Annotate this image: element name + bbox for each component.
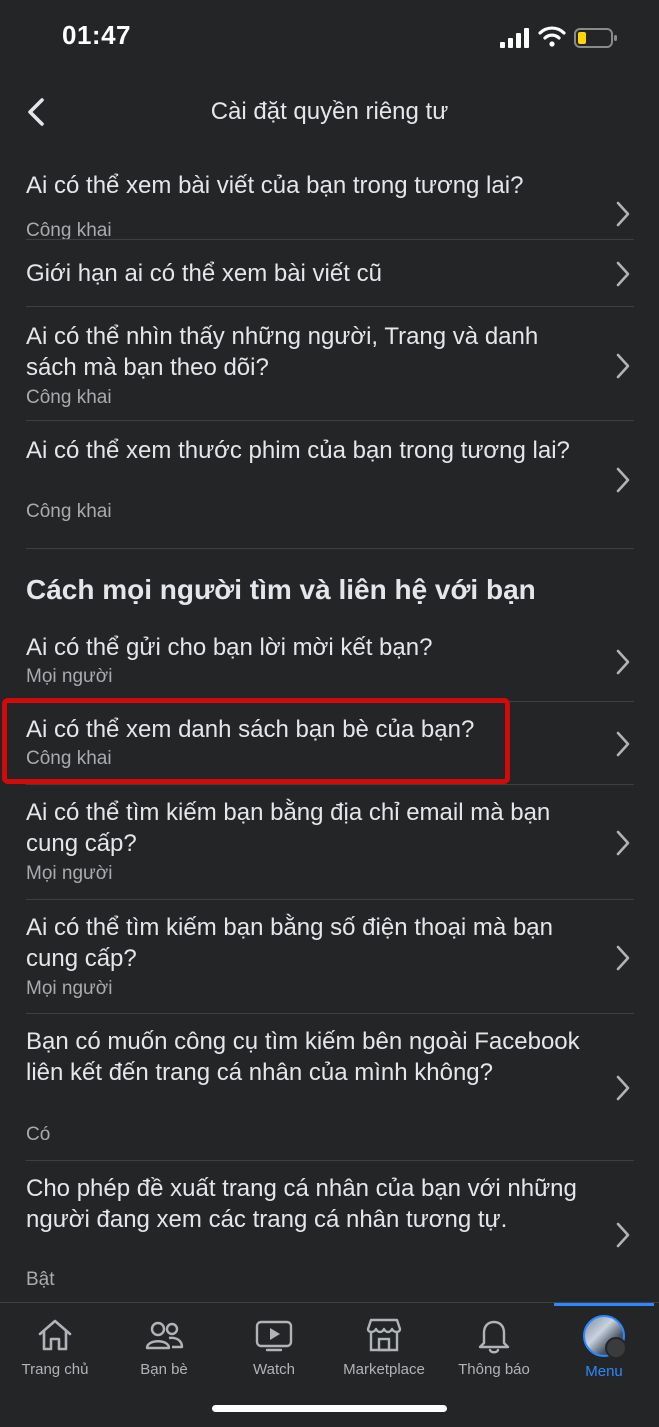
setting-title: Ai có thể tìm kiếm bạn bằng địa chỉ emai…	[26, 799, 551, 857]
setting-title: Ai có thể tìm kiếm bạn bằng số điện thoạ…	[26, 914, 553, 972]
tab-label: Marketplace	[343, 1361, 425, 1378]
chevron-right-icon	[616, 830, 630, 856]
chevron-right-icon	[616, 261, 630, 287]
setting-value: Có	[26, 1124, 51, 1145]
marketplace-icon	[366, 1318, 402, 1352]
battery-icon	[574, 28, 617, 48]
setting-row[interactable]: Ai có thể tìm kiếm bạn bằng địa chỉ emai…	[0, 785, 659, 899]
setting-row[interactable]: Ai có thể nhìn thấy những người, Trang v…	[0, 307, 659, 420]
avatar	[583, 1315, 627, 1359]
setting-value: Mọi người	[26, 863, 113, 884]
setting-title: Ai có thể xem thước phim của bạn trong t…	[26, 437, 570, 464]
menu-badge-icon	[605, 1337, 627, 1359]
status-time: 01:47	[62, 20, 131, 50]
chevron-right-icon	[616, 353, 630, 379]
setting-row[interactable]: Ai có thể tìm kiếm bạn bằng số điện thoạ…	[0, 900, 659, 1014]
section-divider	[26, 548, 634, 549]
setting-title: Ai có thể xem danh sách bạn bè của bạn?	[26, 716, 475, 743]
home-icon	[38, 1319, 72, 1351]
chevron-right-icon	[616, 1222, 630, 1248]
tab-home[interactable]: Trang chủ	[0, 1315, 110, 1393]
setting-value: Mọi người	[26, 666, 113, 687]
chevron-right-icon	[616, 731, 630, 757]
setting-title: Ai có thể xem bài viết của bạn trong tươ…	[26, 172, 524, 199]
setting-row[interactable]: Cho phép đề xuất trang cá nhân của bạn v…	[0, 1161, 659, 1301]
setting-title: Bạn có muốn công cụ tìm kiếm bên ngoài F…	[26, 1028, 580, 1086]
chevron-right-icon	[616, 649, 630, 675]
tab-menu[interactable]: Menu	[549, 1315, 659, 1393]
tab-notifications[interactable]: Thông báo	[439, 1315, 549, 1393]
chevron-right-icon	[616, 201, 630, 227]
chevron-right-icon	[616, 945, 630, 971]
wifi-icon	[538, 26, 566, 47]
setting-title: Giới hạn ai có thể xem bài viết cũ	[26, 260, 382, 287]
setting-value: Mọi người	[26, 978, 113, 999]
setting-title: Ai có thể gửi cho bạn lời mời kết bạn?	[26, 634, 433, 661]
setting-row[interactable]: Giới hạn ai có thể xem bài viết cũ	[0, 240, 659, 306]
page-title: Cài đặt quyền riêng tư	[210, 98, 449, 125]
chevron-right-icon	[616, 467, 630, 493]
chevron-right-icon	[616, 1075, 630, 1101]
setting-value: Bật	[26, 1269, 55, 1290]
setting-value: Công khai	[26, 748, 112, 769]
bell-icon	[478, 1320, 510, 1354]
tab-marketplace[interactable]: Marketplace	[329, 1315, 439, 1393]
setting-value: Công khai	[26, 387, 112, 408]
tab-label: Bạn bè	[140, 1361, 188, 1378]
setting-row[interactable]: Bạn có muốn công cụ tìm kiếm bên ngoài F…	[0, 1014, 659, 1160]
setting-value: Công khai	[26, 501, 112, 522]
tab-label: Trang chủ	[21, 1361, 89, 1378]
tab-label: Watch	[253, 1361, 295, 1378]
setting-row[interactable]: Ai có thể xem thước phim của bạn trong t…	[0, 421, 659, 533]
setting-row[interactable]: Ai có thể gửi cho bạn lời mời kết bạn? M…	[0, 618, 659, 700]
setting-title: Ai có thể nhìn thấy những người, Trang v…	[26, 323, 539, 381]
section-title: Cách mọi người tìm và liên hệ với bạn	[26, 574, 536, 605]
tab-label: Thông báo	[458, 1361, 530, 1378]
tab-friends[interactable]: Bạn bè	[109, 1315, 219, 1393]
status-bar: 01:47	[0, 0, 659, 76]
home-indicator	[212, 1405, 447, 1412]
watch-icon	[255, 1320, 293, 1352]
nav-bar: Cài đặt quyền riêng tư	[0, 82, 659, 142]
tab-watch[interactable]: Watch	[219, 1315, 329, 1393]
friends-icon	[145, 1321, 184, 1350]
setting-row[interactable]: Ai có thể xem bài viết của bạn trong tươ…	[0, 166, 659, 242]
active-tab-indicator	[554, 1303, 654, 1306]
tab-label: Menu	[585, 1363, 623, 1380]
setting-title: Cho phép đề xuất trang cá nhân của bạn v…	[26, 1175, 577, 1233]
signal-icon	[500, 28, 529, 48]
setting-row-friends-list[interactable]: Ai có thể xem danh sách bạn bè của bạn? …	[0, 702, 659, 784]
